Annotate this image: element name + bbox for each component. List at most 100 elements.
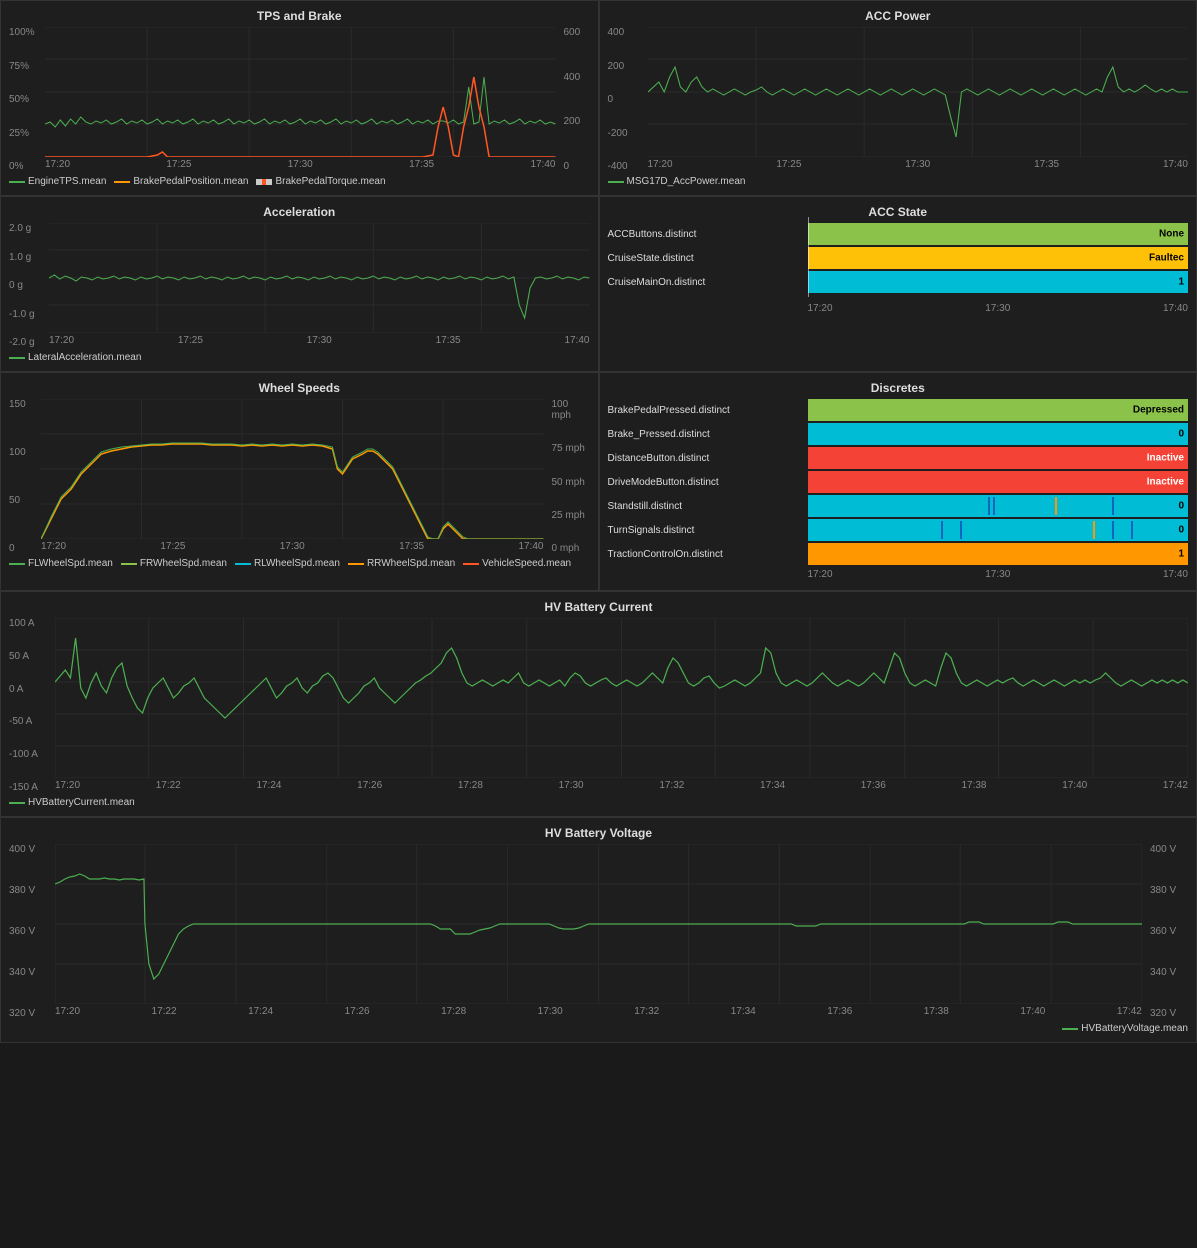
tps-yr1: 600 bbox=[564, 27, 590, 38]
acceleration-title: Acceleration bbox=[9, 205, 590, 219]
hv-battery-current-title: HV Battery Current bbox=[9, 600, 1188, 614]
wheel-legend: FLWheelSpd.mean FRWheelSpd.mean RLWheelS… bbox=[9, 558, 590, 569]
hv-voltage-x-axis: 17:20 17:22 17:24 17:26 17:28 17:30 17:3… bbox=[55, 1004, 1142, 1019]
legend-brake-pedal-pos: BrakePedalPosition.mean bbox=[114, 176, 248, 187]
distance-btn-row: DistanceButton.distinct Inactive bbox=[608, 447, 1189, 469]
legend-hv-voltage: HVBatteryVoltage.mean bbox=[1062, 1023, 1188, 1034]
tps-brake-chart bbox=[45, 27, 556, 157]
legend-vehicle-speed: VehicleSpeed.mean bbox=[463, 558, 571, 569]
cruise-main-label: CruiseMainOn.distinct bbox=[608, 277, 808, 288]
drive-mode-bar: Inactive bbox=[808, 471, 1189, 493]
acceleration-panel: Acceleration 2.0 g 1.0 g 0 g -1.0 g -2.0… bbox=[0, 196, 599, 372]
legend-engine-tps: EngineTPS.mean bbox=[9, 176, 106, 187]
legend-acc-power: MSG17D_AccPower.mean bbox=[608, 176, 746, 187]
hv-voltage-legend: HVBatteryVoltage.mean bbox=[9, 1023, 1188, 1034]
dashboard: TPS and Brake 100% 75% 50% 25% 0% bbox=[0, 0, 1197, 1043]
tps-yr4: 0 bbox=[564, 161, 590, 172]
brake-pedal-pressed-row: BrakePedalPressed.distinct Depressed bbox=[608, 399, 1189, 421]
tps-brake-panel: TPS and Brake 100% 75% 50% 25% 0% bbox=[0, 0, 599, 196]
tps-y5: 0% bbox=[9, 161, 37, 172]
tps-y1: 100% bbox=[9, 27, 37, 38]
acc-buttons-bar: None bbox=[808, 223, 1189, 245]
engine-tps-color bbox=[9, 181, 25, 183]
rr-color bbox=[348, 563, 364, 565]
turn-signals-bar: 0 bbox=[808, 519, 1189, 541]
drive-mode-label: DriveModeButton.distinct bbox=[608, 477, 808, 488]
acc-power-color bbox=[608, 181, 624, 183]
acc-power-chart bbox=[648, 27, 1189, 157]
acc-state-panel: ACC State ACCButtons.distinct None Cruis… bbox=[599, 196, 1197, 372]
legend-lateral-accel: LateralAcceleration.mean bbox=[9, 352, 141, 363]
discretes-title: Discretes bbox=[608, 381, 1189, 395]
rl-color bbox=[235, 563, 251, 565]
tps-x-axis: 17:20 17:25 17:30 17:35 17:40 bbox=[45, 157, 556, 172]
standstill-bar: 0 bbox=[808, 495, 1189, 517]
wheel-speeds-title: Wheel Speeds bbox=[9, 381, 590, 395]
legend-fr: FRWheelSpd.mean bbox=[121, 558, 227, 569]
acceleration-chart bbox=[49, 223, 590, 333]
hv-battery-voltage-chart bbox=[55, 844, 1142, 1004]
hv-battery-voltage-title: HV Battery Voltage bbox=[9, 826, 1188, 840]
discretes-bars: BrakePedalPressed.distinct Depressed Bra… bbox=[608, 399, 1189, 565]
acc-power-legend: MSG17D_AccPower.mean bbox=[608, 176, 1189, 187]
wheel-speeds-panel: Wheel Speeds 150 100 50 0 bbox=[0, 372, 599, 591]
cruise-state-value: Faultec bbox=[1149, 253, 1184, 264]
vehicle-speed-color bbox=[463, 563, 479, 565]
standstill-label: Standstill.distinct bbox=[608, 501, 808, 512]
turn-signals-label: TurnSignals.distinct bbox=[608, 525, 808, 536]
tps-brake-title: TPS and Brake bbox=[9, 9, 590, 23]
brake-pedal-pressed-label: BrakePedalPressed.distinct bbox=[608, 405, 808, 416]
acc-buttons-value: None bbox=[1159, 229, 1184, 240]
traction-control-row: TractionControlOn.distinct 1 bbox=[608, 543, 1189, 565]
tps-y4: 25% bbox=[9, 128, 37, 139]
legend-hv-current: HVBatteryCurrent.mean bbox=[9, 797, 135, 808]
acc-buttons-row: ACCButtons.distinct None bbox=[608, 223, 1189, 245]
legend-rr: RRWheelSpd.mean bbox=[348, 558, 455, 569]
legend-rl: RLWheelSpd.mean bbox=[235, 558, 340, 569]
tps-y2: 75% bbox=[9, 61, 37, 72]
distance-btn-bar: Inactive bbox=[808, 447, 1189, 469]
fr-color bbox=[121, 563, 137, 565]
standstill-row: Standstill.distinct 0 bbox=[608, 495, 1189, 517]
discretes-x-axis: 17:20 17:30 17:40 bbox=[608, 567, 1189, 582]
acc-power-panel: ACC Power 400 200 0 -200 -400 bbox=[599, 0, 1197, 196]
turn-signals-row: TurnSignals.distinct 0 bbox=[608, 519, 1189, 541]
acc-state-bars: ACCButtons.distinct None CruiseState.dis… bbox=[608, 223, 1189, 299]
cruise-main-bar: 1 bbox=[808, 271, 1189, 293]
wheel-speeds-chart bbox=[41, 399, 544, 539]
acc-power-title: ACC Power bbox=[608, 9, 1189, 23]
hv-battery-current-chart bbox=[55, 618, 1188, 778]
brake-pressed-row: Brake_Pressed.distinct 0 bbox=[608, 423, 1189, 445]
legend-brake-torque: BrakePedalTorque.mean bbox=[256, 176, 385, 187]
wheel-x-axis: 17:20 17:25 17:30 17:35 17:40 bbox=[41, 539, 544, 554]
hv-battery-voltage-panel: HV Battery Voltage 400 V 380 V 360 V 340… bbox=[0, 817, 1197, 1043]
acc-buttons-label: ACCButtons.distinct bbox=[608, 229, 808, 240]
cruise-state-label: CruiseState.distinct bbox=[608, 253, 808, 264]
hv-voltage-color bbox=[1062, 1028, 1078, 1030]
drive-mode-row: DriveModeButton.distinct Inactive bbox=[608, 471, 1189, 493]
brake-pedal-pos-color bbox=[114, 181, 130, 183]
legend-fl: FLWheelSpd.mean bbox=[9, 558, 113, 569]
cruise-main-row: CruiseMainOn.distinct 1 bbox=[608, 271, 1189, 293]
tps-yr3: 200 bbox=[564, 116, 590, 127]
traction-control-bar: 1 bbox=[808, 543, 1189, 565]
tps-yr2: 400 bbox=[564, 72, 590, 83]
traction-control-label: TractionControlOn.distinct bbox=[608, 549, 808, 560]
acc-state-x-axis: 17:20 17:30 17:40 bbox=[608, 301, 1189, 316]
brake-torque-color bbox=[256, 179, 272, 185]
cruise-main-value: 1 bbox=[1178, 277, 1184, 288]
accel-legend: LateralAcceleration.mean bbox=[9, 352, 590, 363]
discretes-panel: Discretes BrakePedalPressed.distinct Dep… bbox=[599, 372, 1197, 591]
hv-current-x-axis: 17:20 17:22 17:24 17:26 17:28 17:30 17:3… bbox=[55, 778, 1188, 793]
hv-current-legend: HVBatteryCurrent.mean bbox=[9, 797, 1188, 808]
hv-battery-current-panel: HV Battery Current 100 A 50 A 0 A -50 A … bbox=[0, 591, 1197, 817]
brake-pedal-pressed-bar: Depressed bbox=[808, 399, 1189, 421]
cruise-state-row: CruiseState.distinct Faultec bbox=[608, 247, 1189, 269]
accel-x-axis: 17:20 17:25 17:30 17:35 17:40 bbox=[49, 333, 590, 348]
tps-y3: 50% bbox=[9, 94, 37, 105]
distance-btn-label: DistanceButton.distinct bbox=[608, 453, 808, 464]
brake-pressed-bar: 0 bbox=[808, 423, 1189, 445]
lateral-accel-color bbox=[9, 357, 25, 359]
brake-pressed-label: Brake_Pressed.distinct bbox=[608, 429, 808, 440]
hv-current-color bbox=[9, 802, 25, 804]
